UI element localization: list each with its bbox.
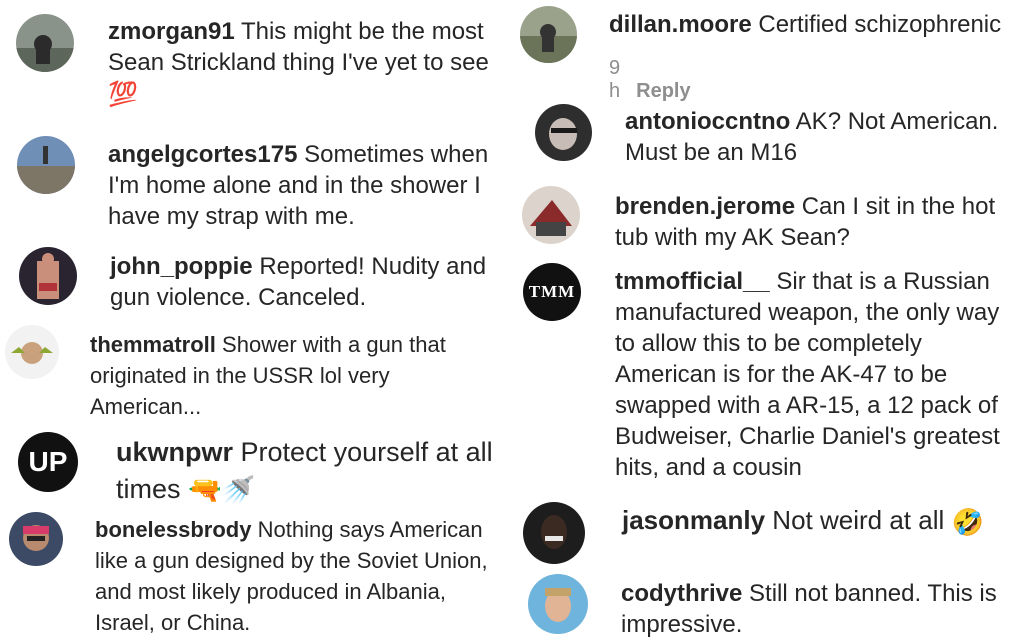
comment-meta: 9 h Reply (609, 57, 691, 103)
username[interactable]: antonioccntno (625, 108, 790, 135)
comment-text: john_poppie Reported! Nudity and gun vio… (110, 251, 520, 313)
hundred-points-icon: 💯 (108, 81, 138, 109)
comment-body: Certified schizophrenic (758, 11, 1002, 38)
avatar[interactable] (5, 325, 59, 379)
rolling-laughing-icon: 🤣 (951, 506, 984, 537)
comment-text: codythrive Still not banned. This is imp… (621, 578, 1021, 640)
username[interactable]: tmmofficial__ (615, 268, 770, 295)
comment-text: angelgcortes175 Sometimes when I'm home … (108, 139, 518, 232)
username[interactable]: ukwnpwr (116, 437, 233, 467)
avatar[interactable] (9, 512, 63, 566)
username[interactable]: zmorgan91 (108, 18, 235, 45)
avatar[interactable] (523, 502, 585, 564)
username[interactable]: codythrive (621, 580, 742, 607)
comment-text: antonioccntno AK? Not American. Must be … (625, 106, 1020, 168)
avatar[interactable]: UP (18, 432, 78, 492)
comment-text: zmorgan91 This might be the most Sean St… (108, 16, 518, 110)
water-pistol-shower-icon: 🔫🚿 (188, 475, 256, 506)
avatar[interactable]: TMM (523, 263, 581, 321)
avatar[interactable] (520, 6, 577, 63)
comment-text: brenden.jerome Can I sit in the hot tub … (615, 191, 1020, 253)
username[interactable]: john_poppie (110, 253, 253, 280)
comment-body: Not weird at all (772, 505, 945, 535)
username[interactable]: angelgcortes175 (108, 141, 297, 168)
avatar[interactable] (17, 136, 75, 194)
comment-text: jasonmanly Not weird at all 🤣 (622, 503, 1022, 540)
username[interactable]: themmatroll (90, 332, 216, 357)
avatar[interactable] (528, 574, 588, 634)
avatar[interactable] (16, 14, 74, 72)
username[interactable]: brenden.jerome (615, 193, 795, 220)
reply-button[interactable]: Reply (636, 80, 690, 102)
comment-text: tmmofficial__ Sir that is a Russian manu… (615, 266, 1020, 483)
avatar-label: TMM (528, 282, 576, 301)
avatar[interactable] (535, 104, 592, 161)
comment-text: themmatroll Shower with a gun that origi… (90, 329, 490, 422)
username[interactable]: bonelessbrody (95, 517, 251, 542)
username[interactable]: jasonmanly (622, 505, 765, 535)
comment-body: Sir that is a Russian manufactured weapo… (615, 268, 1000, 481)
comment-text: bonelessbrody Nothing says American like… (95, 514, 505, 638)
timestamp: 9 h (609, 57, 621, 102)
avatar[interactable] (522, 186, 580, 244)
username[interactable]: dillan.moore (609, 11, 752, 38)
comment-text: dillan.moore Certified schizophrenic (609, 9, 1019, 40)
avatar[interactable] (19, 247, 77, 305)
comment-text: ukwnpwr Protect yourself at all times 🔫🚿 (116, 434, 526, 509)
avatar-label: UP (28, 446, 68, 477)
